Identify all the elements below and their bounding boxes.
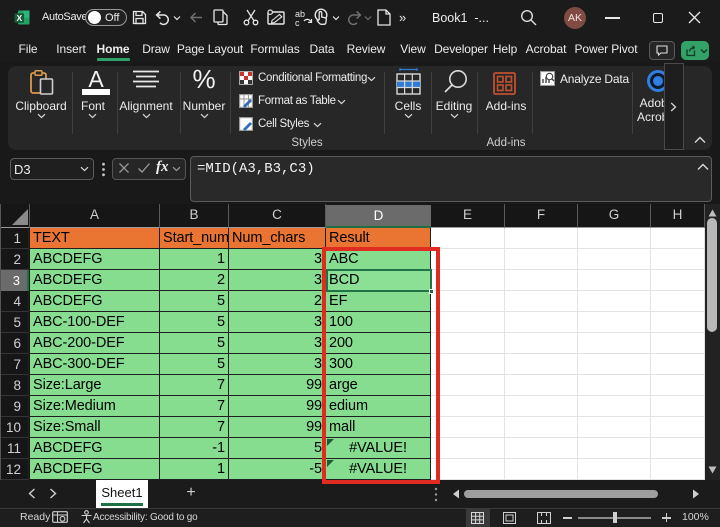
svg-text:X: X <box>16 13 22 23</box>
svg-text:c: c <box>295 18 300 28</box>
